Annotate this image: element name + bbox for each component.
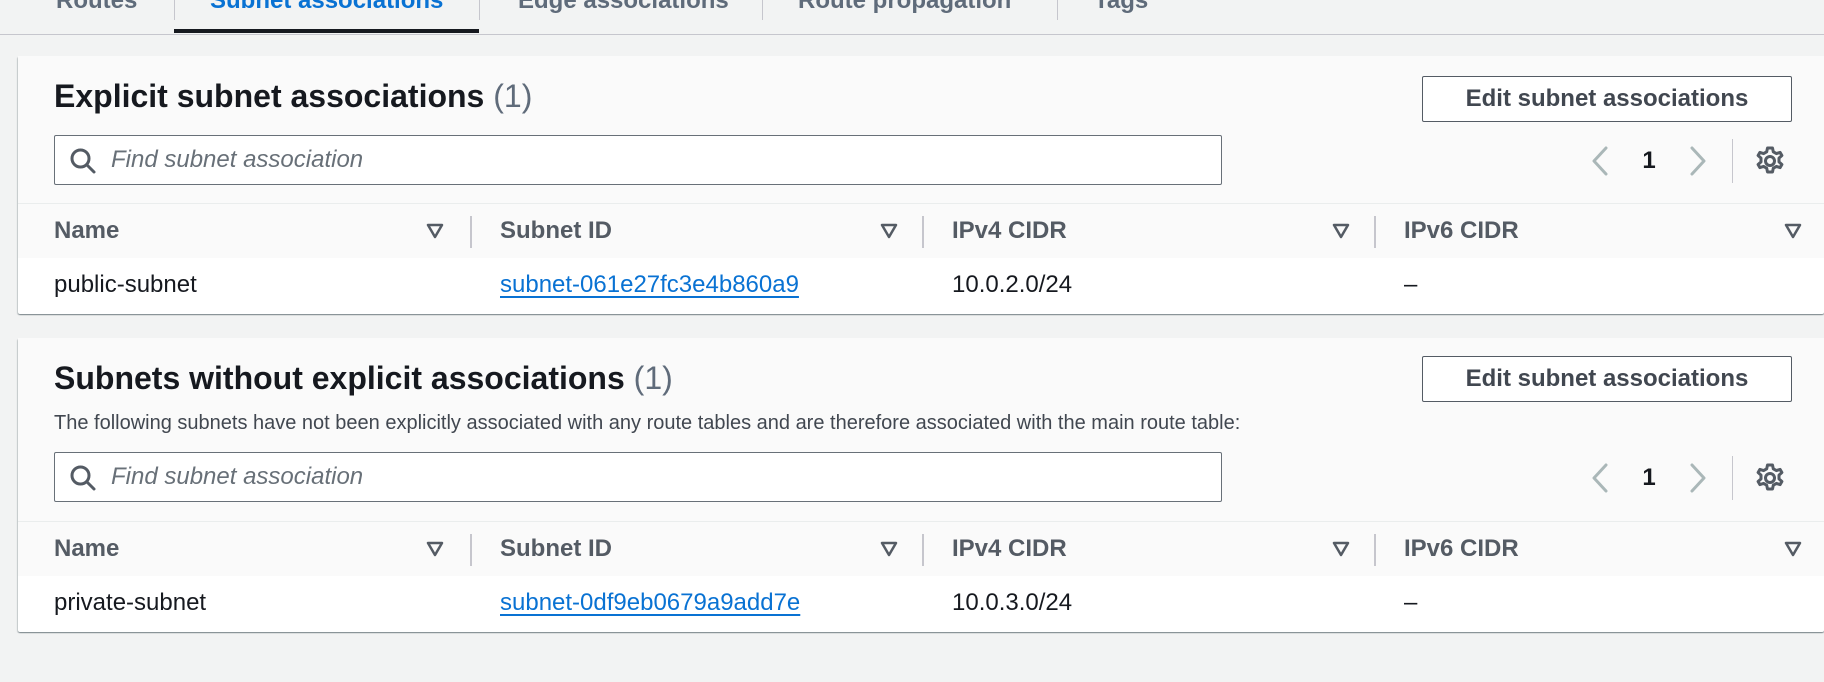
search-input[interactable] (111, 453, 1211, 501)
panel-description: The following subnets have not been expl… (54, 412, 1241, 434)
search-box[interactable] (54, 452, 1222, 502)
cell-ipv6-cidr: – (1404, 271, 1418, 298)
chevron-right-icon[interactable] (1688, 145, 1708, 177)
column-divider[interactable] (922, 216, 924, 248)
cell-subnet-id: subnet-0df9eb0679a9add7e (500, 576, 800, 630)
cell-name: public-subnet (54, 271, 197, 298)
tab-divider (174, 0, 175, 20)
panel-header: Explicit subnet associations (1) Edit su… (18, 56, 1824, 204)
cell-ipv6-cidr: – (1404, 589, 1418, 616)
column-header-subnet-id[interactable]: Subnet ID (500, 522, 612, 576)
tab-tags[interactable]: Tags (1094, 0, 1148, 18)
sort-icon[interactable] (1332, 223, 1350, 239)
sort-icon[interactable] (1784, 541, 1802, 557)
table-header: Name Subnet ID IPv4 CIDR IPv6 CIDR (18, 203, 1824, 259)
cell-subnet-id: subnet-061e27fc3e4b860a9 (500, 258, 799, 312)
table-header: Name Subnet ID IPv4 CIDR IPv6 CIDR (18, 521, 1824, 577)
edit-subnet-associations-button[interactable]: Edit subnet associations (1422, 76, 1792, 122)
panel-header: Subnets without explicit associations (1… (18, 338, 1824, 522)
tab-divider (1057, 0, 1058, 20)
sort-icon[interactable] (1784, 223, 1802, 239)
sort-icon[interactable] (880, 223, 898, 239)
sort-icon[interactable] (1332, 541, 1350, 557)
explicit-associations-panel: Explicit subnet associations (1) Edit su… (18, 56, 1824, 314)
panel-title-count: (1) (493, 78, 533, 114)
gear-icon[interactable] (1754, 145, 1786, 177)
chevron-left-icon[interactable] (1590, 145, 1610, 177)
tab-edge-associations[interactable]: Edge associations (518, 0, 729, 18)
sort-icon[interactable] (426, 223, 444, 239)
column-header-name[interactable]: Name (54, 204, 119, 258)
table-row[interactable]: private-subnet subnet-0df9eb0679a9add7e … (18, 576, 1824, 630)
tab-route-propagation[interactable]: Route propagation (798, 0, 1011, 18)
active-tab-indicator (174, 29, 479, 33)
panel-title: Subnets without explicit associations (1… (54, 360, 673, 397)
column-divider[interactable] (1374, 216, 1376, 248)
page-number[interactable]: 1 (1634, 147, 1664, 175)
column-header-subnet-id[interactable]: Subnet ID (500, 204, 612, 258)
tab-routes[interactable]: Routes (56, 0, 137, 18)
cell-ipv4-cidr: 10.0.3.0/24 (952, 589, 1073, 616)
column-header-ipv6-cidr[interactable]: IPv6 CIDR (1404, 522, 1519, 576)
sort-icon[interactable] (426, 541, 444, 557)
panel-title-text: Subnets without explicit associations (54, 360, 625, 396)
chevron-left-icon[interactable] (1590, 462, 1610, 494)
tab-bar: Routes Subnet associations Edge associat… (0, 0, 1824, 35)
tab-subnet-associations[interactable]: Subnet associations (210, 0, 443, 18)
panel-title-count: (1) (633, 360, 673, 396)
subnet-id-link[interactable]: subnet-0df9eb0679a9add7e (500, 589, 800, 616)
column-divider[interactable] (922, 534, 924, 566)
gear-icon[interactable] (1754, 462, 1786, 494)
search-box[interactable] (54, 135, 1222, 185)
table-row[interactable]: public-subnet subnet-061e27fc3e4b860a9 1… (18, 258, 1824, 312)
tab-divider (762, 0, 763, 20)
implicit-associations-panel: Subnets without explicit associations (1… (18, 338, 1824, 632)
column-header-ipv4-cidr[interactable]: IPv4 CIDR (952, 204, 1067, 258)
subnet-id-link[interactable]: subnet-061e27fc3e4b860a9 (500, 271, 799, 298)
sort-icon[interactable] (880, 541, 898, 557)
search-icon (70, 465, 96, 491)
column-header-name[interactable]: Name (54, 522, 119, 576)
cell-name: private-subnet (54, 589, 207, 616)
pager-divider (1732, 456, 1733, 500)
panel-title-text: Explicit subnet associations (54, 78, 485, 114)
column-divider[interactable] (470, 216, 472, 248)
edit-subnet-associations-button[interactable]: Edit subnet associations (1422, 356, 1792, 402)
search-input[interactable] (111, 136, 1211, 184)
column-divider[interactable] (470, 534, 472, 566)
column-divider[interactable] (1374, 534, 1376, 566)
column-header-ipv4-cidr[interactable]: IPv4 CIDR (952, 522, 1067, 576)
search-icon (70, 148, 96, 174)
pager-divider (1732, 139, 1733, 183)
cell-ipv4-cidr: 10.0.2.0/24 (952, 271, 1073, 298)
column-header-ipv6-cidr[interactable]: IPv6 CIDR (1404, 204, 1519, 258)
chevron-right-icon[interactable] (1688, 462, 1708, 494)
tab-divider (479, 0, 480, 20)
panel-title: Explicit subnet associations (1) (54, 78, 532, 115)
page-number[interactable]: 1 (1634, 464, 1664, 492)
